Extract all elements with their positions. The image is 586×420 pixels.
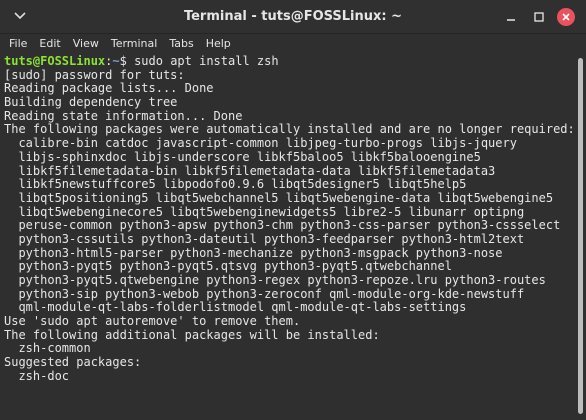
output-line: zsh-doc: [4, 369, 70, 383]
maximize-icon[interactable]: [530, 8, 548, 26]
terminal-output[interactable]: tuts@FOSSLinux:~$ sudo apt install zsh […: [0, 54, 574, 420]
output-line: peruse-common python3-apsw python3-chm p…: [4, 219, 561, 233]
output-line: zsh-common: [4, 342, 91, 356]
terminal-window: Terminal - tuts@FOSSLinux: ~ File Edit V…: [0, 0, 586, 420]
prompt-user-host: tuts@FOSSLinux: [4, 55, 106, 68]
output-line: calibre-bin catdoc javascript-common lib…: [4, 137, 517, 151]
prompt-line: tuts@FOSSLinux:~$ sudo apt install zsh: [4, 55, 574, 69]
menu-bar: File Edit View Terminal Tabs Help: [0, 34, 586, 54]
title-bar[interactable]: Terminal - tuts@FOSSLinux: ~: [0, 0, 586, 34]
output-line: python3-html5-parser python3-mechanize p…: [4, 246, 503, 260]
window-title: Terminal - tuts@FOSSLinux: ~: [183, 9, 403, 24]
output-line: libkf5filemetadata-bin libkf5filemetadat…: [4, 164, 496, 178]
output-line: libjs-sphinxdoc libjs-underscore libkf5b…: [4, 150, 481, 164]
output-line: [sudo] password for tuts:: [4, 68, 185, 82]
output-line: The following additional packages will b…: [4, 328, 380, 342]
terminal-scrollbar[interactable]: [574, 54, 586, 420]
prompt-path: ~: [112, 55, 120, 68]
menu-terminal[interactable]: Terminal: [105, 34, 164, 54]
output-line: python3-pyqt5 python3-pyqt5.qtsvg python…: [4, 260, 452, 274]
output-line: qml-module-qt-labs-folderlistmodel qml-m…: [4, 301, 467, 315]
output-line: python3-pyqt5.qtwebengine python3-regex …: [4, 274, 546, 287]
menu-edit[interactable]: Edit: [33, 34, 66, 54]
menu-file[interactable]: File: [3, 34, 33, 54]
output-line: libqt5positioning5 libqt5webchannel5 lib…: [4, 191, 554, 205]
output-line: libqt5webenginecore5 libqt5webenginewidg…: [4, 205, 525, 219]
minimize-icon[interactable]: [502, 8, 520, 26]
prompt-command: sudo apt install zsh: [126, 55, 279, 68]
output-line: python3-sip python3-webob python3-zeroco…: [4, 287, 525, 301]
output-line: Reading package lists... Done: [4, 82, 214, 96]
prompt-symbol: $: [119, 55, 127, 68]
output-line: Building dependency tree: [4, 96, 178, 110]
scrollbar-thumb[interactable]: [578, 58, 583, 414]
output-line: Use 'sudo apt autoremove' to remove them…: [4, 315, 301, 329]
menu-help[interactable]: Help: [200, 34, 237, 54]
output-line: The following packages were automaticall…: [4, 123, 574, 137]
menu-tabs[interactable]: Tabs: [163, 34, 199, 54]
output-line: Reading state information... Done: [4, 109, 243, 123]
output-line: Suggested packages:: [4, 356, 142, 370]
close-icon[interactable]: [557, 8, 575, 26]
output-line: python3-cssutils python3-dateutil python…: [4, 232, 525, 246]
output-line: libkf5newstuffcore5 libpodofo0.9.6 libqt…: [4, 178, 467, 192]
menu-view[interactable]: View: [67, 34, 105, 54]
